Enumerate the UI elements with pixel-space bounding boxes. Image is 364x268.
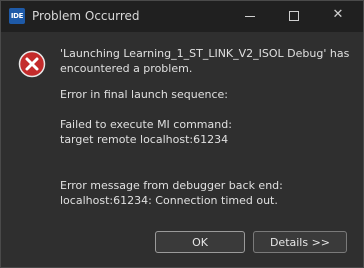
details-button[interactable]: Details >> [253,231,347,253]
error-message-line1: 'Launching Learning_1_ST_LINK_V2_ISOL De… [60,47,350,60]
window-title: Problem Occurred [32,9,140,23]
title-bar[interactable]: IDE Problem Occurred ✕ [1,1,363,32]
minimize-button[interactable] [228,1,272,32]
detail-line1: Error in final launch sequence: [60,88,228,101]
maximize-button[interactable] [272,1,316,32]
minimize-icon [245,16,255,17]
detail-line5: localhost:61234: Connection timed out. [60,194,278,207]
detail-line3: target remote localhost:61234 [60,133,229,146]
error-icon [18,50,46,78]
detail-line4: Error message from debugger back end: [60,179,283,192]
error-message-line2: encountered a problem. [60,62,193,75]
close-icon: ✕ [332,7,344,22]
detail-line2: Failed to execute MI command: [60,118,232,131]
error-dialog-window: IDE Problem Occurred ✕ 'Launching Learni… [0,0,364,268]
maximize-icon [289,11,299,21]
close-button[interactable]: ✕ [316,1,360,32]
app-icon: IDE [9,8,25,24]
ok-button[interactable]: OK [155,231,245,253]
